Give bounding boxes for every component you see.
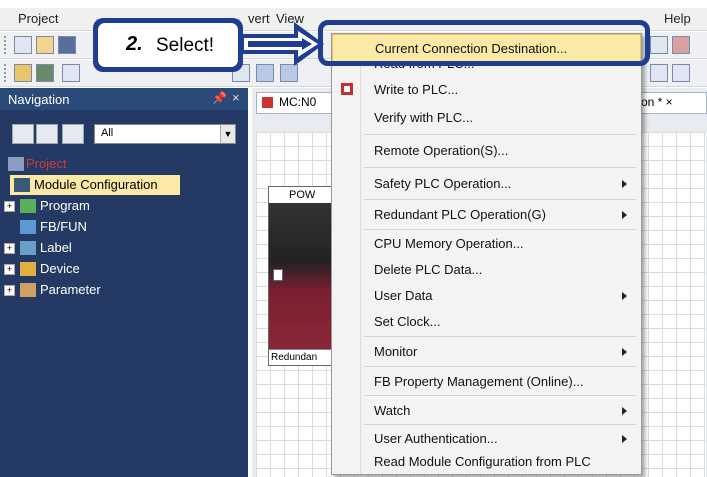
submenu-arrow-icon <box>622 211 627 219</box>
tree-item-fb-fun[interactable]: FB/FUN <box>0 217 248 237</box>
tree-item-label: Parameter <box>40 282 101 297</box>
gear-icon[interactable] <box>62 124 84 144</box>
tree-item-label: Module Configuration <box>34 177 158 192</box>
expand-icon[interactable]: + <box>4 243 15 254</box>
device-icon <box>20 262 36 276</box>
tree-item-device[interactable]: + Device <box>0 259 248 279</box>
chevron-down-icon[interactable]: ▼ <box>220 125 235 143</box>
submenu-arrow-icon <box>622 180 627 188</box>
new-file-icon[interactable] <box>14 36 32 54</box>
navigation-toolbar: All ▼ <box>4 122 242 144</box>
tree-item-label: Device <box>40 261 80 276</box>
menu-help[interactable]: Help <box>664 11 691 26</box>
menu-item-verify-with-plc[interactable]: Verify with PLC... <box>332 104 641 132</box>
tree-item-label: FB/FUN <box>40 219 87 234</box>
project-icon <box>8 157 24 171</box>
toolbar-icon-a[interactable] <box>650 36 668 54</box>
step-instruction: Select! <box>156 35 215 56</box>
toolbar-grip[interactable] <box>4 64 8 82</box>
close-icon[interactable]: × <box>232 90 240 105</box>
submenu-arrow-icon <box>622 407 627 415</box>
toolbar-icon-h[interactable] <box>672 64 690 82</box>
menu-item-write-to-plc[interactable]: Write to PLC... <box>332 76 641 104</box>
toolbar-icon-d[interactable] <box>36 64 54 82</box>
program-icon <box>20 199 36 213</box>
navigation-title: Navigation <box>8 92 70 107</box>
menu-separator <box>364 395 636 396</box>
menu-item-watch[interactable]: Watch <box>332 397 641 425</box>
write-to-plc-icon <box>341 83 353 95</box>
menu-separator <box>364 199 636 200</box>
menu-separator <box>364 134 636 135</box>
tab-label: MC:N0 <box>279 95 317 109</box>
menu-item-fb-property-management[interactable]: FB Property Management (Online)... <box>332 368 641 396</box>
target-highlight-frame <box>318 20 650 66</box>
save-icon[interactable] <box>58 36 76 54</box>
tab-second-document[interactable]: tion * × <box>632 92 707 114</box>
navigation-filter-value: All <box>101 127 114 139</box>
step-callout: 2. Select! <box>93 18 243 72</box>
tree-item-label: Program <box>40 198 90 213</box>
dev-icon[interactable] <box>256 64 274 82</box>
toolbar-icon-g[interactable] <box>650 64 668 82</box>
menu-item-safety-plc-operation[interactable]: Safety PLC Operation... <box>332 170 641 198</box>
toolbar-icon-b[interactable] <box>672 36 690 54</box>
submenu-arrow-icon <box>622 292 627 300</box>
open-folder-icon[interactable] <box>36 36 54 54</box>
menu-item-delete-plc-data[interactable]: Delete PLC Data... <box>332 256 641 284</box>
submenu-arrow-icon <box>622 435 627 443</box>
list-view-icon[interactable] <box>36 124 58 144</box>
tree-item-parameter[interactable]: + Parameter <box>0 280 248 300</box>
module-led <box>273 269 283 281</box>
tree-item-project[interactable]: Project <box>0 154 248 174</box>
tree-item-label-node[interactable]: + Label <box>0 238 248 258</box>
online-menu: Current Connection Destination... Read f… <box>331 33 642 475</box>
menu-separator <box>364 167 636 168</box>
menu-item-user-data[interactable]: User Data <box>332 282 641 310</box>
module-configuration-icon <box>14 178 30 192</box>
tree-item-label: Project <box>26 156 67 171</box>
step-callout-body: 2. Select! <box>98 23 238 67</box>
menu-separator <box>364 366 636 367</box>
toolbar-grip[interactable] <box>4 36 8 54</box>
label-icon <box>20 241 36 255</box>
tree-item-module-configuration[interactable]: Module Configuration <box>10 175 180 195</box>
callout-arrow-icon <box>240 22 324 66</box>
navigation-title-bar: Navigation 📌 × <box>0 88 248 110</box>
dev-icon-2[interactable] <box>280 64 298 82</box>
fb-fun-icon <box>20 220 36 234</box>
menu-item-redundant-plc-operation[interactable]: Redundant PLC Operation(G) <box>332 201 641 229</box>
expand-icon[interactable]: + <box>4 285 15 296</box>
tree-item-program[interactable]: + Program <box>0 196 248 216</box>
expand-icon[interactable]: + <box>4 264 15 275</box>
expand-icon[interactable]: + <box>4 201 15 212</box>
tree-view-icon[interactable] <box>12 124 34 144</box>
pin-icon[interactable]: 📌 <box>212 91 227 105</box>
navigation-pane: Navigation 📌 × All ▼ Project Module Conf… <box>0 88 248 477</box>
step-number: 2. <box>126 33 143 55</box>
module-tab-icon <box>262 97 273 108</box>
navigation-filter-select[interactable]: All ▼ <box>94 124 236 144</box>
parameter-icon <box>20 283 36 297</box>
menu-project[interactable]: Project <box>18 11 58 26</box>
toolbar-icon-c[interactable] <box>14 64 32 82</box>
menu-item-read-module-configuration[interactable]: Read Module Configuration from PLC <box>332 448 641 476</box>
menu-item-cpu-memory-operation[interactable]: CPU Memory Operation... <box>332 230 641 258</box>
menu-item-monitor[interactable]: Monitor <box>332 338 641 366</box>
tree-item-label: Label <box>40 240 72 255</box>
submenu-arrow-icon <box>622 348 627 356</box>
menu-item-remote-operation[interactable]: Remote Operation(S)... <box>332 137 641 165</box>
menu-separator <box>364 336 636 337</box>
menu-item-set-clock[interactable]: Set Clock... <box>332 308 641 336</box>
toolbar-icon-e[interactable] <box>62 64 80 82</box>
